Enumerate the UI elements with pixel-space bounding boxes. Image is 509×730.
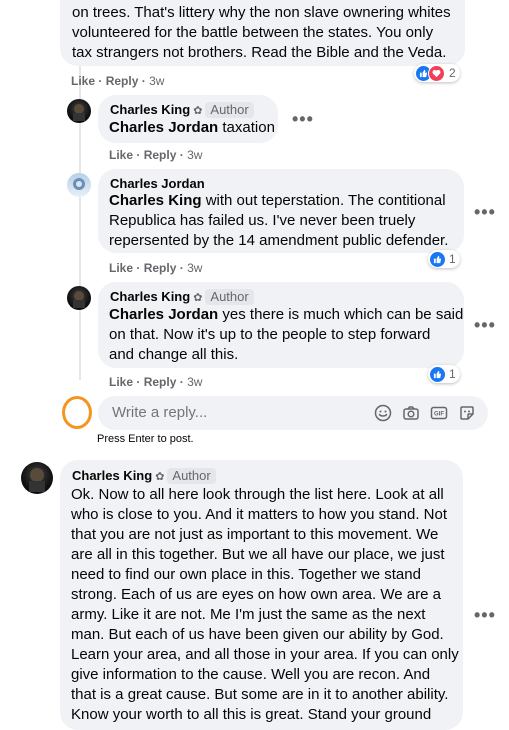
- author-name[interactable]: Charles King: [72, 468, 152, 483]
- like-button[interactable]: Like: [109, 375, 133, 389]
- comment-text: on trees. That's littery why the non sla…: [72, 4, 451, 61]
- like-reaction-icon: [430, 366, 445, 382]
- more-options-icon[interactable]: •••: [474, 203, 496, 221]
- reply-header: Charles King ✿ Author: [110, 102, 254, 119]
- reply-button[interactable]: Reply: [144, 375, 177, 389]
- timestamp[interactable]: 3w: [187, 375, 202, 389]
- comment-header: Charles King ✿ Author: [72, 468, 216, 485]
- mention-link[interactable]: Charles Jordan: [109, 119, 218, 136]
- author-badge: Author: [205, 102, 254, 118]
- user-avatar-highlight: [62, 396, 92, 429]
- reply-header: Charles Jordan: [110, 176, 205, 192]
- reply-button[interactable]: Reply: [144, 148, 177, 162]
- reaction-summary[interactable]: 2: [414, 64, 460, 82]
- more-options-icon[interactable]: •••: [474, 316, 496, 334]
- reaction-count: 1: [449, 252, 456, 266]
- reply-text: Charles Jordan yes there is much which c…: [109, 306, 464, 363]
- reply-actions: Like · Reply · 3w: [109, 375, 203, 389]
- reply-text: Charles Jordan taxation: [109, 119, 275, 136]
- sticker-icon[interactable]: [458, 404, 476, 422]
- author-badge: Author: [167, 468, 216, 484]
- reply-actions: Like · Reply · 3w: [109, 261, 203, 275]
- author-name[interactable]: Charles King: [110, 102, 190, 117]
- comment-text: Ok. Now to all here look through the lis…: [71, 486, 459, 723]
- avatar[interactable]: [67, 99, 91, 123]
- camera-icon[interactable]: [402, 404, 420, 422]
- timestamp[interactable]: 3w: [187, 148, 202, 162]
- sprout-icon: ✿: [193, 292, 203, 304]
- author-badge: Author: [205, 289, 254, 305]
- avatar[interactable]: [67, 173, 91, 197]
- post-hint: Press Enter to post.: [97, 433, 194, 445]
- author-name[interactable]: Charles King: [110, 289, 190, 304]
- timestamp[interactable]: 3w: [187, 261, 202, 275]
- like-button[interactable]: Like: [71, 74, 95, 88]
- reply-button[interactable]: Reply: [106, 74, 139, 88]
- sprout-icon: ✿: [155, 471, 165, 483]
- emoji-icon[interactable]: [374, 404, 392, 422]
- like-reaction-icon: [430, 251, 445, 267]
- more-options-icon[interactable]: •••: [292, 110, 314, 128]
- like-button[interactable]: Like: [109, 261, 133, 275]
- mention-link[interactable]: Charles Jordan: [109, 306, 218, 323]
- mention-link[interactable]: Charles King: [109, 192, 202, 209]
- svg-text:GIF: GIF: [434, 412, 444, 418]
- reply-actions: Like · Reply · 3w: [109, 148, 203, 162]
- love-reaction-icon: [428, 64, 445, 82]
- gif-icon[interactable]: GIF: [430, 404, 448, 422]
- avatar[interactable]: [21, 462, 53, 494]
- reply-input[interactable]: [110, 403, 364, 422]
- sprout-icon: ✿: [193, 105, 203, 117]
- reply-button[interactable]: Reply: [144, 261, 177, 275]
- reply-composer: GIF: [98, 396, 488, 430]
- reaction-count: 1: [449, 367, 456, 381]
- like-button[interactable]: Like: [109, 148, 133, 162]
- avatar[interactable]: [67, 286, 91, 310]
- comment-actions: Like · Reply · 3w: [71, 74, 165, 88]
- reaction-count: 2: [449, 66, 456, 80]
- reply-text: Charles King with out teperstation. The …: [109, 192, 449, 249]
- timestamp[interactable]: 3w: [149, 74, 164, 88]
- reaction-summary[interactable]: 1: [428, 250, 460, 268]
- reaction-summary[interactable]: 1: [428, 365, 460, 383]
- reply-header: Charles King ✿ Author: [110, 289, 254, 306]
- more-options-icon[interactable]: •••: [474, 606, 496, 624]
- author-name[interactable]: Charles Jordan: [110, 176, 205, 191]
